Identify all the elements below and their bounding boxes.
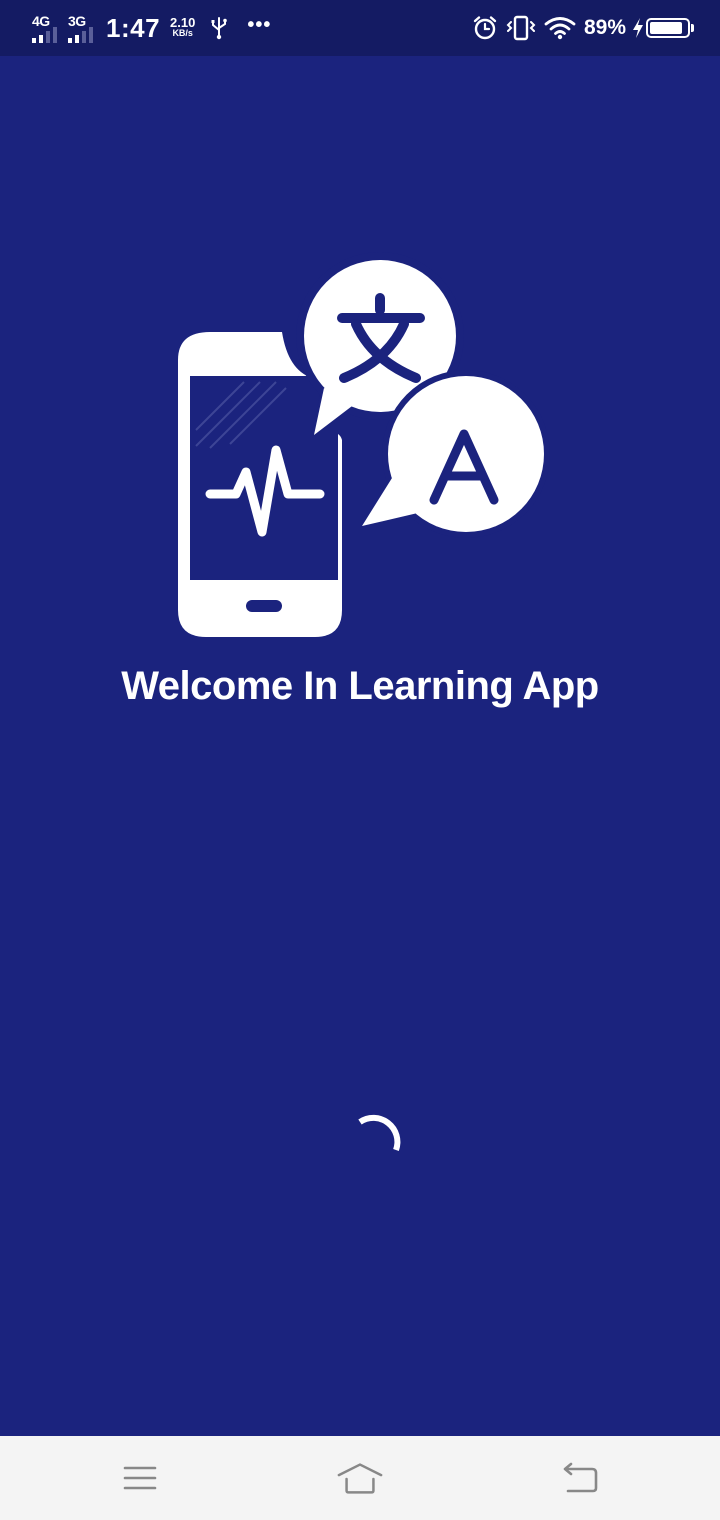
phone-translate-logo bbox=[178, 252, 550, 637]
signal-bars-icon bbox=[32, 27, 57, 43]
network-3g-indicator: 3G bbox=[66, 13, 96, 43]
more-notifications-icon: ••• bbox=[247, 13, 272, 36]
battery-icon bbox=[646, 18, 694, 38]
network-speed-unit: KB/s bbox=[172, 28, 193, 38]
wifi-icon bbox=[544, 17, 576, 40]
network-4g-indicator: 4G bbox=[30, 13, 60, 43]
signal-bars-icon bbox=[68, 27, 93, 43]
clock: 1:47 bbox=[106, 12, 161, 43]
battery-level-fill bbox=[650, 22, 682, 34]
phone-screen bbox=[190, 376, 338, 580]
charging-bolt-icon bbox=[633, 18, 643, 38]
vibrate-icon bbox=[506, 15, 536, 41]
welcome-title: Welcome In Learning App bbox=[121, 664, 599, 708]
home-button[interactable] bbox=[336, 1454, 384, 1502]
battery-percent: 89% bbox=[583, 16, 626, 39]
back-button[interactable] bbox=[556, 1454, 604, 1502]
menu-button[interactable] bbox=[116, 1454, 164, 1502]
network-speed: 2.10 KB/s bbox=[170, 15, 196, 39]
alarm-icon bbox=[473, 16, 497, 40]
navigation-bar bbox=[0, 1436, 720, 1520]
home-icon bbox=[337, 1463, 383, 1494]
back-icon bbox=[563, 1462, 598, 1493]
usb-icon bbox=[211, 17, 228, 40]
phone-home-button bbox=[246, 600, 282, 612]
status-bar: 4G 3G 1:47 2.10 KB/s ••• 89% bbox=[0, 0, 720, 56]
menu-icon bbox=[123, 1466, 157, 1490]
splash-screen: 4G 3G 1:47 2.10 KB/s ••• 89% Welcome In … bbox=[0, 0, 720, 1520]
network-speed-value: 2.10 bbox=[170, 15, 196, 30]
spinner-icon bbox=[358, 1114, 401, 1152]
